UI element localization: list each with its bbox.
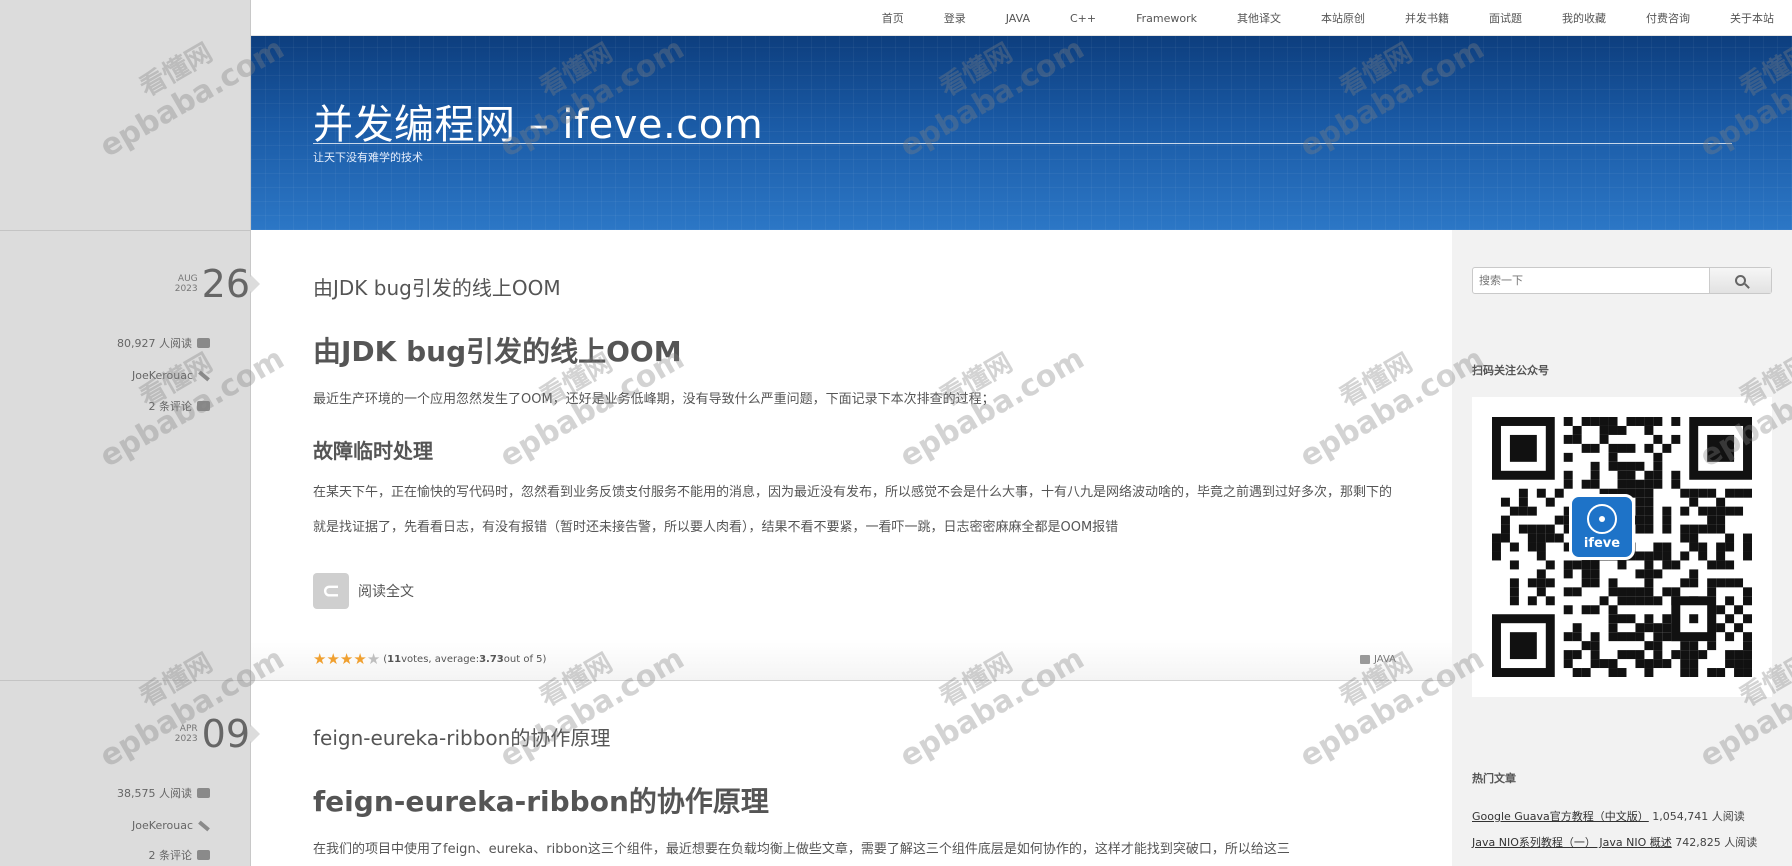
- post-list: 由JDK bug引发的线上OOM 由JDK bug引发的线上OOM 最近生产环境…: [250, 230, 1452, 866]
- nav-item-books[interactable]: 并发书籍: [1405, 10, 1449, 26]
- comment-icon: [197, 401, 210, 411]
- site-banner: 并发编程网 – ifeve.com 让天下没有难学的技术: [251, 36, 1792, 230]
- author-name[interactable]: JoeKerouac: [132, 819, 193, 832]
- read-more-button[interactable]: ⊂ 阅读全文: [313, 573, 414, 609]
- title-underline: [313, 143, 1732, 144]
- search-icon: [1735, 275, 1746, 286]
- nav-item-translations[interactable]: 其他译文: [1237, 10, 1281, 26]
- post-year: 2023: [174, 284, 198, 294]
- post-month: APR: [179, 724, 198, 734]
- hot-articles-title: 热门文章: [1472, 772, 1516, 785]
- read-more-icon: ⊂: [313, 573, 349, 609]
- search-button[interactable]: [1709, 268, 1771, 293]
- author-name[interactable]: JoeKerouac: [132, 369, 193, 382]
- views-count: 80,927 人阅读: [117, 337, 192, 350]
- star-icon[interactable]: ★: [340, 652, 353, 667]
- post-comments[interactable]: 2 条评论: [0, 398, 210, 414]
- star-icon[interactable]: ★: [313, 652, 326, 667]
- post-date: AUG 2023 26: [30, 265, 250, 303]
- post-rating[interactable]: ★ ★ ★ ★ ★ (11 votes, average: 3.73 out o…: [313, 652, 546, 667]
- pencil-icon: [198, 820, 210, 831]
- nav-item-home[interactable]: 首页: [882, 10, 904, 26]
- left-divider: [0, 230, 251, 231]
- post-views: 38,575 人阅读: [0, 785, 210, 801]
- post-day: 26: [201, 262, 250, 306]
- views-count: 38,575 人阅读: [117, 787, 192, 800]
- pencil-icon: [198, 370, 210, 381]
- post-pointer: [250, 725, 260, 743]
- nav-item-favorites[interactable]: 我的收藏: [1562, 10, 1606, 26]
- post-date: APR 2023 09: [30, 715, 250, 753]
- hot-article-link[interactable]: Google Guava官方教程（中文版）: [1472, 810, 1649, 823]
- nav-item-login[interactable]: 登录: [944, 10, 966, 26]
- hot-article-views: 1,054,741 人阅读: [1652, 810, 1745, 823]
- post-divider: [251, 680, 1452, 681]
- nav-item-interview[interactable]: 面试题: [1489, 10, 1522, 26]
- post-title-link[interactable]: feign-eureka-ribbon的协作原理: [313, 722, 610, 751]
- rating-text: votes, average:: [401, 654, 480, 665]
- post-intro: 在我们的项目中使用了feign、eureka、ribbon这三个组件，最近想要在…: [313, 842, 1290, 857]
- post-title-link[interactable]: 由JDK bug引发的线上OOM: [313, 272, 561, 301]
- qr-widget-title: 扫码关注公众号: [1472, 364, 1549, 377]
- post-subheading: 故障临时处理: [313, 439, 433, 463]
- post-author[interactable]: JoeKerouac: [0, 369, 210, 382]
- star-icon[interactable]: ★: [353, 652, 366, 667]
- hot-article-item: Google Guava官方教程（中文版） 1,054,741 人阅读: [1472, 808, 1745, 824]
- comments-count[interactable]: 2 条评论: [149, 398, 193, 414]
- nav-item-about[interactable]: 关于本站: [1730, 10, 1774, 26]
- rating-votes: 11: [387, 654, 402, 665]
- site-title[interactable]: 并发编程网 – ifeve.com: [313, 92, 763, 150]
- search-input[interactable]: [1473, 268, 1709, 293]
- read-more-label: 阅读全文: [358, 584, 414, 600]
- folder-icon: [1359, 655, 1370, 664]
- qr-logo: ifeve: [1569, 494, 1635, 560]
- post-heading: feign-eureka-ribbon的协作原理: [313, 785, 769, 818]
- hot-article-views: 742,825 人阅读: [1675, 836, 1758, 849]
- star-icon[interactable]: ★: [326, 652, 339, 667]
- comment-icon: [197, 850, 210, 860]
- post-author[interactable]: JoeKerouac: [0, 819, 210, 832]
- sidebar: 扫码关注公众号 ifeve 热门文章 Google Guava官方教程（中文版）…: [1452, 230, 1792, 866]
- category-label[interactable]: JAVA: [1374, 654, 1396, 665]
- post-body: 在某天下午，正在愉快的写代码时，忽然看到业务反馈支付服务不能用的消息，因为最近没…: [313, 485, 1393, 535]
- nav-item-original[interactable]: 本站原创: [1321, 10, 1365, 26]
- comments-count[interactable]: 2 条评论: [149, 847, 193, 863]
- nav-item-java[interactable]: JAVA: [1006, 12, 1030, 25]
- left-divider: [0, 680, 251, 681]
- atom-icon: [1587, 503, 1617, 534]
- hot-article-link[interactable]: Java NIO系列教程（一） Java NIO 概述: [1472, 836, 1672, 849]
- post-intro: 最近生产环境的一个应用忽然发生了OOM，还好是业务低峰期，没有导致什么严重问题，…: [313, 392, 995, 407]
- post-views: 80,927 人阅读: [0, 335, 210, 351]
- post-day: 09: [201, 712, 250, 756]
- nav-item-consulting[interactable]: 付费咨询: [1646, 10, 1690, 26]
- rating-average: 3.73: [479, 654, 504, 665]
- rating-stars[interactable]: ★ ★ ★ ★ ★: [313, 652, 380, 667]
- post-month: AUG: [177, 274, 198, 284]
- top-navigation: 首页 登录 JAVA C++ Framework 其他译文 本站原创 并发书籍 …: [251, 0, 1792, 36]
- left-meta-column: AUG 2023 26 80,927 人阅读 JoeKerouac 2 条评论 …: [0, 0, 251, 866]
- nav-item-cpp[interactable]: C++: [1070, 12, 1096, 25]
- post-category[interactable]: JAVA: [1359, 654, 1396, 665]
- views-icon: [197, 788, 210, 798]
- post-heading: 由JDK bug引发的线上OOM: [313, 335, 682, 368]
- site-tagline: 让天下没有难学的技术: [313, 151, 423, 164]
- post-year: 2023: [174, 734, 198, 744]
- hot-article-item: Java NIO系列教程（一） Java NIO 概述 742,825 人阅读: [1472, 834, 1757, 850]
- qr-code-card: ifeve: [1472, 397, 1772, 697]
- search-form: [1472, 267, 1772, 294]
- views-icon: [197, 338, 210, 348]
- post-comments[interactable]: 2 条评论: [0, 847, 210, 863]
- rating-text: out of 5): [503, 654, 547, 665]
- star-icon[interactable]: ★: [367, 652, 380, 667]
- nav-item-framework[interactable]: Framework: [1136, 12, 1197, 25]
- post-pointer: [250, 275, 260, 293]
- qr-logo-label: ifeve: [1583, 535, 1621, 551]
